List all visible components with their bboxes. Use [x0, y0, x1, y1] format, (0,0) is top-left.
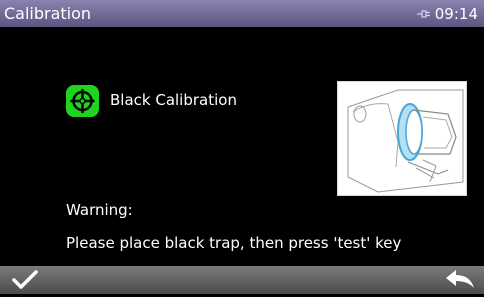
- warning-label: Warning:: [66, 201, 133, 219]
- bottom-toolbar: [0, 266, 484, 294]
- title-bar: Calibration 09:14: [0, 0, 484, 27]
- window-title: Calibration: [4, 4, 92, 23]
- calibration-title: Black Calibration: [110, 91, 237, 109]
- back-button[interactable]: [442, 268, 478, 292]
- main-content: Black Calibration Warning: Please place …: [0, 27, 484, 266]
- warning-message: Please place black trap, then press 'tes…: [66, 234, 402, 252]
- plug-icon: [416, 9, 431, 19]
- confirm-button[interactable]: [8, 268, 42, 292]
- back-arrow-icon: [442, 270, 478, 296]
- clock: 09:14: [434, 5, 478, 23]
- instrument-illustration: [337, 81, 467, 196]
- crosshair-target-icon: [66, 85, 99, 117]
- checkmark-icon: [8, 270, 42, 296]
- status-area: 09:14: [416, 5, 478, 23]
